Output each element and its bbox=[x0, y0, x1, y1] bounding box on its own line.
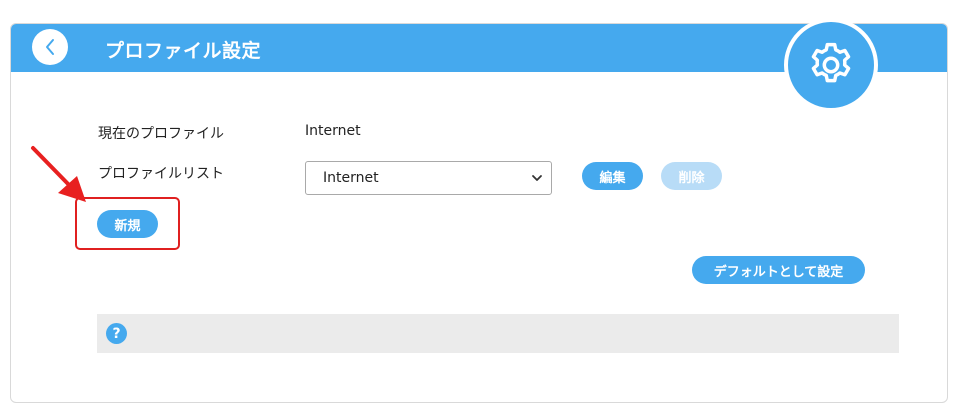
edit-button[interactable]: 編集 bbox=[582, 162, 643, 190]
page: プロファイル設定 現在のプロファイル Internet プロファイルリスト In… bbox=[0, 0, 963, 413]
profile-list-select[interactable]: Internet bbox=[305, 161, 552, 195]
profile-list-selected-value: Internet bbox=[323, 170, 379, 186]
back-button[interactable] bbox=[32, 29, 68, 65]
help-icon[interactable]: ? bbox=[106, 323, 127, 344]
current-profile-value: Internet bbox=[305, 123, 361, 139]
current-profile-label: 現在のプロファイル bbox=[98, 126, 224, 142]
gear-icon bbox=[811, 42, 851, 83]
profile-list-label: プロファイルリスト bbox=[98, 166, 224, 182]
delete-button[interactable]: 削除 bbox=[661, 162, 722, 190]
chevron-down-icon bbox=[532, 175, 542, 181]
new-button[interactable]: 新規 bbox=[97, 210, 158, 238]
help-bar: ? bbox=[97, 314, 899, 353]
chevron-left-icon bbox=[46, 39, 54, 55]
set-default-button[interactable]: デフォルトとして設定 bbox=[692, 256, 865, 284]
page-title: プロファイル設定 bbox=[105, 40, 262, 62]
profile-settings-card: プロファイル設定 現在のプロファイル Internet プロファイルリスト In… bbox=[10, 18, 948, 403]
settings-badge bbox=[784, 18, 878, 112]
